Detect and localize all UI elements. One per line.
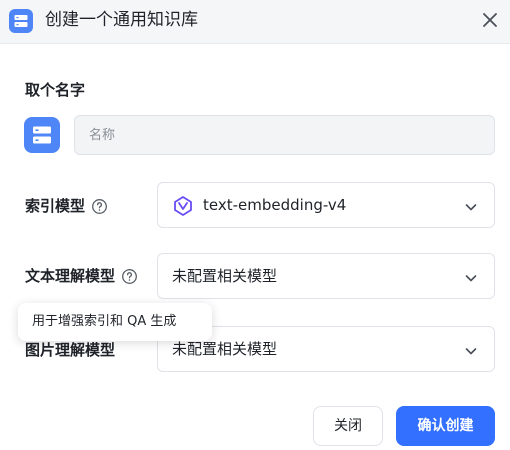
chevron-down-icon: [464, 270, 478, 284]
text-model-value: 未配置相关模型: [172, 267, 278, 285]
help-icon[interactable]: [121, 268, 138, 285]
name-label: 取个名字: [25, 81, 86, 99]
chevron-down-icon: [464, 343, 478, 357]
text-model-label: 文本理解模型: [25, 267, 116, 285]
chevron-down-icon: [464, 199, 478, 213]
cancel-button[interactable]: 关闭: [313, 406, 383, 446]
help-icon[interactable]: [91, 198, 108, 215]
tooltip-text: 用于增强索引和 QA 生成: [32, 314, 177, 329]
index-model-value: text-embedding-v4: [203, 196, 347, 214]
index-model-label-row: 索引模型: [25, 196, 108, 216]
text-model-label-row: 文本理解模型: [25, 266, 138, 286]
dialog-header: 创建一个通用知识库: [0, 0, 510, 44]
database-icon: [9, 9, 33, 33]
text-model-select[interactable]: 未配置相关模型: [157, 253, 495, 299]
help-tooltip: 用于增强索引和 QA 生成: [18, 303, 212, 341]
confirm-create-button[interactable]: 确认创建: [396, 406, 495, 446]
index-model-label: 索引模型: [25, 197, 86, 215]
close-icon[interactable]: [476, 6, 504, 34]
image-model-label: 图片理解模型: [25, 341, 116, 359]
model-logo-icon: [172, 195, 194, 217]
index-model-select[interactable]: text-embedding-v4: [157, 182, 495, 228]
dialog-title: 创建一个通用知识库: [45, 10, 198, 30]
knowledge-base-avatar-icon[interactable]: [24, 117, 60, 153]
name-input[interactable]: [74, 115, 495, 155]
image-model-value: 未配置相关模型: [172, 340, 278, 358]
